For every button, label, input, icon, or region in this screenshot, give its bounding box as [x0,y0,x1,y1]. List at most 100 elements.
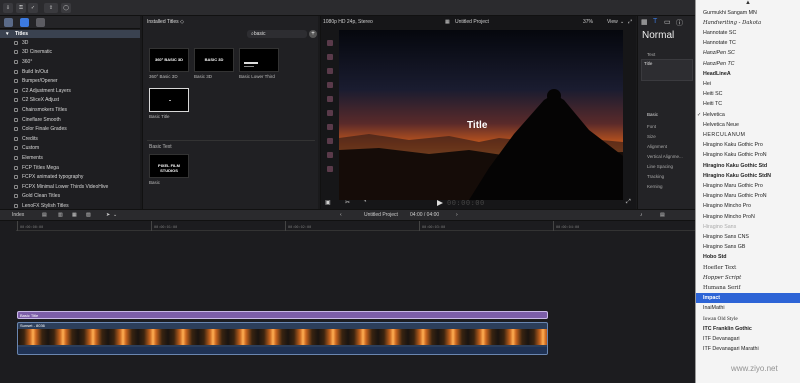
thumbnail-basic-lower-third[interactable] [239,48,279,72]
import-button[interactable]: ⇩ [3,3,13,13]
disclosure-triangle-icon[interactable]: ▾ [6,30,9,38]
color-swatch[interactable] [327,40,333,46]
font-menu-item[interactable]: HeadLineA [696,69,800,79]
chevron-down-icon[interactable]: ⌄ [113,210,117,221]
inspector-property[interactable]: Line Spacing [647,164,673,169]
view-menu[interactable]: View [607,16,618,28]
font-menu-item[interactable]: Heiti SC [696,89,800,99]
sidebar-item[interactable]: FCPX animated typography [0,173,140,181]
index-button[interactable]: Index [12,210,24,221]
photos-audio-icon[interactable] [20,18,29,27]
check-button[interactable]: ✓ [28,3,38,13]
font-menu-item[interactable]: Humana Serif [696,283,800,293]
font-menu-item[interactable]: Helvetica Neue [696,120,800,130]
font-menu-item[interactable]: Gurmukhi Sangam MN [696,8,800,18]
font-menu-item[interactable]: Hannotate SC [696,28,800,38]
title-inspector-icon[interactable]: T [653,18,657,25]
color-swatch[interactable] [327,166,333,172]
background-tasks-button[interactable]: ◯ [61,3,71,13]
sidebar-item[interactable]: C2 SliceX Adjust [0,96,140,104]
font-menu-item[interactable]: Handwriting - Dakota [696,18,800,28]
sidebar-item[interactable]: 3D Cinematic [0,48,140,56]
sidebar-item[interactable]: C2 Adjustment Layers [0,87,140,95]
sidebar-item[interactable]: Build In/Out [0,68,140,76]
add-button[interactable]: + [309,30,317,38]
font-menu-item[interactable]: HanziPen TC [696,59,800,69]
audio-skimming-icon[interactable]: ♪ [640,210,643,221]
sidebar-item[interactable]: LenoFX Stylish Titles [0,202,140,209]
color-swatch[interactable] [327,96,333,102]
font-menu-item[interactable]: Iowan Old Style [696,314,800,324]
font-menu-item[interactable]: ✓ Helvetica [696,110,800,120]
font-menu-item[interactable]: InaiMathi [696,303,800,313]
font-menu-item[interactable]: Hei [696,79,800,89]
color-swatch[interactable] [327,110,333,116]
font-menu-item[interactable]: Hopper Script [696,273,800,283]
chevron-down-icon[interactable]: ⌄ [620,16,624,28]
back-arrow-icon[interactable]: ‹ [340,210,342,221]
overwrite-clip-icon[interactable]: ▧ [86,210,91,221]
share-button[interactable]: ⇪ [44,3,58,13]
select-tool-icon[interactable]: ➤ [106,210,110,221]
font-menu-item[interactable]: Hiragino Kaku Gothic Std [696,161,800,171]
color-swatch[interactable] [327,152,333,158]
insert-clip-icon[interactable]: ▥ [58,210,63,221]
connect-clip-icon[interactable]: ▤ [42,210,47,221]
font-menu-item[interactable]: Hobo Std [696,252,800,262]
browser-title[interactable]: Installed Titles ◇ [147,19,184,25]
font-menu-item[interactable]: Hiragino Maru Gothic ProN [696,191,800,201]
font-menu-item[interactable]: Hiragino Sans CNS [696,232,800,242]
thumbnail-basic-3d[interactable]: BASIC 3D [194,48,234,72]
font-menu-item[interactable]: Hiragino Mincho ProN [696,212,800,222]
sidebar-item[interactable]: 360° [0,58,140,66]
font-menu-item[interactable]: Hannotate TC [696,38,800,48]
thumbnail-basic-title[interactable] [149,88,189,112]
thumbnail-basic-text[interactable]: PIXEL FILM STUDIOS [149,154,189,178]
font-menu-item[interactable]: Hiragino Kaku Gothic StdN [696,171,800,181]
font-menu-item[interactable]: Hiragino Mincho Pro [696,201,800,211]
sidebar-item[interactable]: Bumper/Opener [0,77,140,85]
font-menu-item[interactable]: ITC Franklin Gothic [696,324,800,334]
search-input[interactable]: ⌕basic [247,30,307,38]
color-swatch[interactable] [327,82,333,88]
font-menu-item[interactable]: Hiragino Sans [696,222,800,232]
inspector-property[interactable]: Vertical Alignme... [647,154,683,159]
text-style-heading[interactable]: Normal [642,30,674,41]
sidebar-item[interactable]: Color Finale Grades [0,125,140,133]
append-clip-icon[interactable]: ▦ [72,210,77,221]
color-swatch[interactable] [327,124,333,130]
zoom-select[interactable]: 37% [583,16,593,28]
thumbnail-360-basic-3d[interactable]: 360° BASIC 3D [149,48,189,72]
libraries-icon[interactable] [4,18,13,27]
video-clip[interactable]: Sunset - 8036 [17,322,548,355]
font-menu-item[interactable]: Impact [696,293,800,304]
sidebar-item[interactable]: Credits [0,135,140,143]
font-menu-item[interactable]: ITF Devanagari [696,334,800,344]
inspector-property[interactable]: Kerning [647,184,663,189]
color-swatch[interactable] [327,54,333,60]
inspector-property[interactable]: Size [647,134,656,139]
font-menu-item[interactable]: Hiragino Sans GB [696,242,800,252]
sidebar-item[interactable]: FCP Titles Mega [0,164,140,172]
speed-icon[interactable]: ◔ [363,199,367,205]
font-menu-item[interactable]: Hiragino Kaku Gothic Pro [696,140,800,150]
font-menu-item[interactable]: Heiti TC [696,99,800,109]
keyword-button[interactable]: ⚿ [16,3,26,13]
timeline-ruler[interactable]: 00:00:00:00 00:00:01:00 00:00:02:00 00:00:0… [16,221,695,231]
title-overlay[interactable]: Title [467,120,487,131]
forward-arrow-icon[interactable]: › [456,210,458,221]
grid-icon[interactable]: ▦ [641,18,648,26]
inspector-property[interactable]: Font [647,124,656,129]
color-swatch[interactable] [327,68,333,74]
inspector-property[interactable]: Tracking [647,174,664,179]
sidebar-item[interactable]: FCPX Minimal Lower Thirds VideoHive [0,183,140,191]
sidebar-item[interactable]: Chainsmokers Titles [0,106,140,114]
sidebar-item[interactable]: Custom [0,144,140,152]
font-menu-item[interactable]: HERCULANUM [696,130,800,140]
sidebar-item[interactable]: Cineflare Smooth [0,116,140,124]
scroll-up-arrow-icon[interactable]: ▲ [745,0,751,6]
font-menu-item[interactable]: HanziPen SC [696,48,800,58]
video-inspector-icon[interactable]: ▭ [664,18,671,26]
sidebar-item-titles[interactable]: ▾ Titles [0,30,140,39]
sidebar-item[interactable]: Gold Clean Titles [0,192,140,200]
